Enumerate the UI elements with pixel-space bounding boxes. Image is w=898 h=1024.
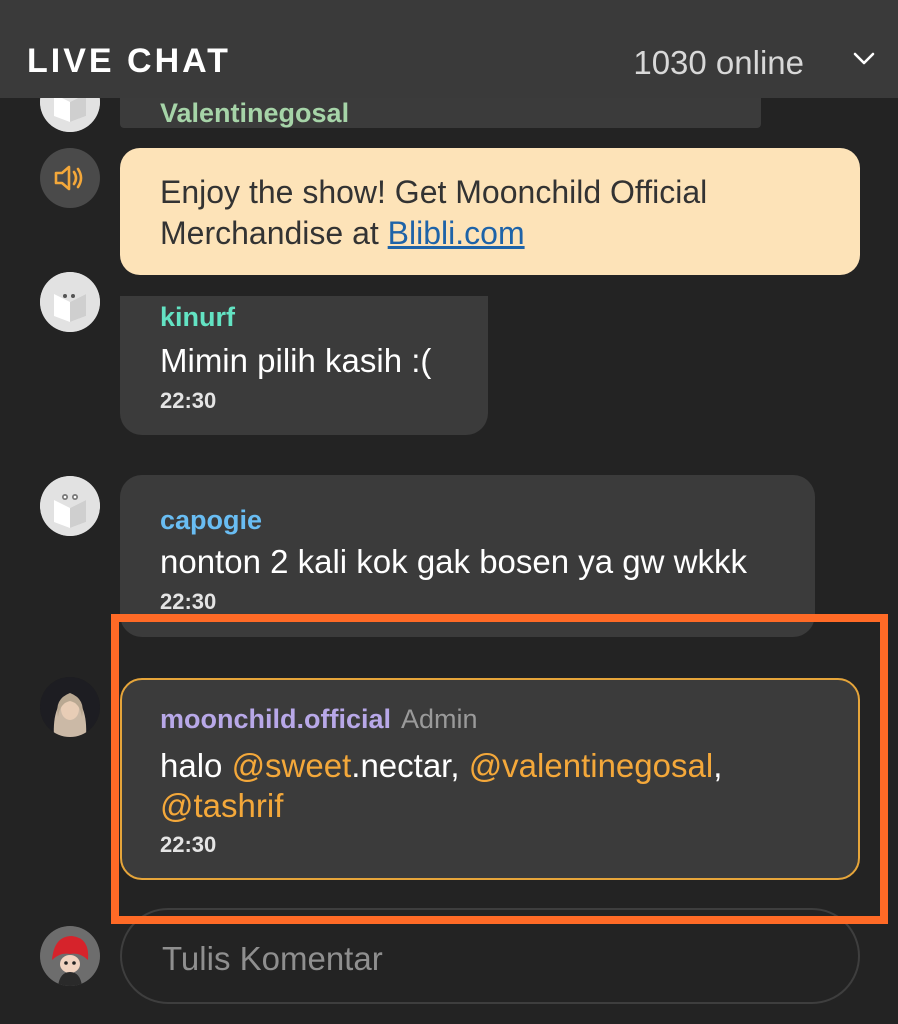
header-title: LIVE CHAT [27,42,231,80]
message-text: nonton 2 kali kok gak bosen ya gw wkkk [160,543,747,580]
avatar [40,926,100,986]
message-bubble-partial: Valentinegosal [120,98,761,128]
announcement-text: Enjoy the show! Get Moonchild Official M… [160,172,820,254]
avatar [40,677,100,737]
message-username[interactable]: kinurf [160,302,235,333]
announcement-banner: Enjoy the show! Get Moonchild Official M… [120,148,860,275]
chat-header: LIVE CHAT 1030 online [0,0,898,98]
online-count: 1030 online [633,44,804,81]
message-bubble: kinurf Mimin pilih kasih :( 22:30 [120,296,488,435]
comment-placeholder: Tulis Komentar [162,940,383,977]
message-username[interactable]: Valentinegosal [160,98,349,129]
avatar [40,272,100,332]
speaker-icon [40,148,100,208]
message-text: Mimin pilih kasih :( [160,342,432,379]
avatar [40,476,100,536]
message-time: 22:30 [160,589,217,614]
live-chat-screen: Valentinegosal LIVE CHAT 1030 online Enj… [0,0,898,1024]
chevron-down-icon[interactable] [852,49,876,69]
message-username[interactable]: capogie [160,505,262,536]
announcement-link[interactable]: Blibli.com [388,215,525,251]
highlight-box [111,614,888,924]
message-time: 22:30 [160,388,217,413]
message-bubble: capogie nonton 2 kali kok gak bosen ya g… [120,475,815,637]
